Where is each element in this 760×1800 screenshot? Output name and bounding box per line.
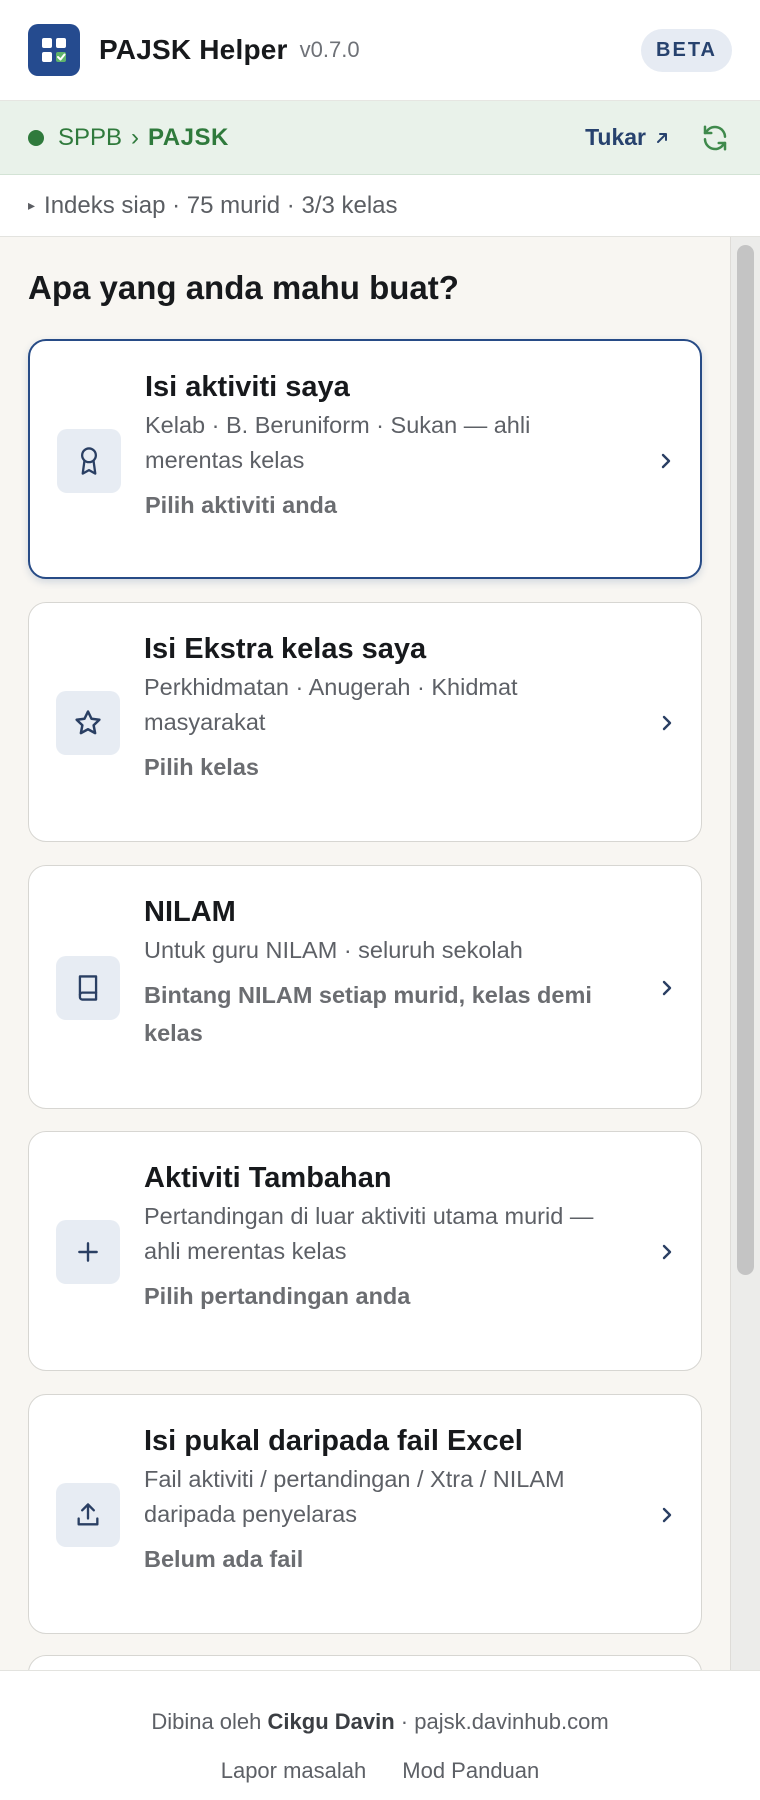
breadcrumb-parent: SPPB	[58, 123, 123, 151]
card-description: Fail aktiviti / pertandingan / Xtra / NI…	[144, 1466, 565, 1527]
caret-right-icon: ▸	[28, 197, 36, 213]
card-action: Pilih kelas	[144, 754, 259, 780]
card-title: Isi aktiviti saya	[145, 371, 350, 403]
footer: Dibina oleh Cikgu Davin · pajsk.davinhub…	[0, 1670, 760, 1800]
plus-icon	[56, 1220, 120, 1284]
breadcrumb-current: PAJSK	[148, 123, 229, 151]
upload-icon	[56, 1483, 120, 1547]
switch-module-button[interactable]: Tukar	[585, 124, 670, 151]
report-issue-link[interactable]: Lapor masalah	[221, 1758, 367, 1784]
card-action: Pilih aktiviti anda	[145, 492, 337, 518]
card-aktiviti-tambahan[interactable]: Aktiviti Tambahan Pertandingan di luar a…	[28, 1131, 702, 1371]
chevron-right-icon	[656, 451, 676, 471]
refresh-icon	[703, 125, 727, 150]
page-title: Apa yang anda mahu buat?	[28, 269, 459, 306]
footer-credit: Dibina oleh Cikgu Davin · pajsk.davinhub…	[0, 1709, 760, 1735]
author-name: Cikgu Davin	[267, 1709, 395, 1734]
credit-site: · pajsk.davinhub.com	[400, 1709, 609, 1734]
app-logo-icon	[28, 24, 80, 76]
card-partial[interactable]	[28, 1655, 702, 1670]
book-icon	[56, 956, 120, 1020]
card-title: Isi Ekstra kelas saya	[144, 633, 427, 665]
card-description: Perkhidmatan · Anugerah · Khidmat masyar…	[144, 674, 518, 735]
card-description: Pertandingan di luar aktiviti utama muri…	[144, 1203, 594, 1264]
card-nilam[interactable]: NILAM Untuk guru NILAM · seluruh sekolah…	[28, 865, 702, 1109]
card-action: Belum ada fail	[144, 1546, 304, 1572]
star-icon	[56, 691, 120, 755]
chevron-right-icon	[657, 1505, 677, 1525]
connection-status-dot	[28, 129, 44, 146]
index-status-text: Indeks siap · 75 murid · 3/3 kelas	[44, 191, 398, 219]
card-isi-ekstra[interactable]: Isi Ekstra kelas saya Perkhidmatan · Anu…	[28, 602, 702, 842]
credit-prefix: Dibina oleh	[151, 1709, 262, 1734]
card-description: Untuk guru NILAM · seluruh sekolah	[144, 937, 523, 963]
card-description: Kelab · B. Beruniform · Sukan — ahli mer…	[145, 412, 531, 473]
card-title: NILAM	[144, 896, 236, 928]
footer-links: Lapor masalah Mod Panduan	[0, 1758, 760, 1784]
award-ribbon-icon	[57, 429, 121, 493]
arrow-up-right-icon	[657, 132, 667, 143]
card-isi-aktiviti[interactable]: Isi aktiviti saya Kelab · B. Beruniform …	[28, 339, 702, 579]
refresh-button[interactable]	[698, 121, 732, 155]
app-header: PAJSK Helper v0.7.0 BETA	[0, 0, 760, 101]
app-version: v0.7.0	[299, 37, 360, 62]
chevron-right-icon	[657, 713, 677, 733]
card-isi-pukal-excel[interactable]: Isi pukal daripada fail Excel Fail aktiv…	[28, 1394, 702, 1634]
card-title: Isi pukal daripada fail Excel	[144, 1425, 523, 1457]
switch-label: Tukar	[585, 124, 646, 150]
breadcrumb-separator: ›	[131, 123, 140, 151]
context-bar: SPPB › PAJSK Tukar	[0, 101, 760, 175]
scrollbar-thumb[interactable]	[737, 245, 754, 1275]
guide-mode-link[interactable]: Mod Panduan	[402, 1758, 539, 1784]
scrollbar[interactable]	[730, 237, 760, 1670]
beta-badge: BETA	[641, 28, 732, 72]
main-content: Apa yang anda mahu buat? Isi aktiviti sa…	[0, 237, 760, 1670]
chevron-right-icon	[657, 978, 677, 998]
index-status-toggle[interactable]: ▸ Indeks siap · 75 murid · 3/3 kelas	[0, 175, 760, 237]
card-title: Aktiviti Tambahan	[144, 1162, 392, 1194]
card-action: Pilih pertandingan anda	[144, 1283, 411, 1309]
app-title: PAJSK Helper	[99, 34, 288, 65]
chevron-right-icon	[657, 1242, 677, 1262]
card-action: Bintang NILAM setiap murid, kelas demi k…	[144, 982, 592, 1046]
